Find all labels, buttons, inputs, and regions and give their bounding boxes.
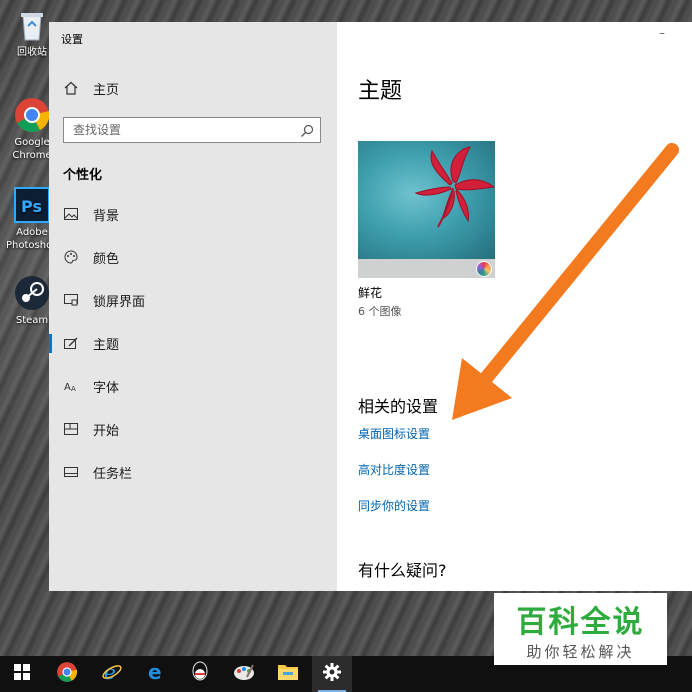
nav-label: 颜色 [93, 251, 120, 267]
nav-fonts[interactable]: AA 字体 [49, 371, 337, 401]
nav-home[interactable]: 主页 [49, 73, 337, 103]
taskbar-file-explorer[interactable] [268, 656, 308, 692]
font-icon: AA [63, 378, 79, 394]
settings-sidebar: 设置 主页 个性化 背景 颜色 [49, 22, 337, 591]
taskbar-edge[interactable]: e [136, 656, 176, 692]
qq-icon [190, 661, 210, 687]
steam-icon [13, 274, 51, 312]
taskbar-settings[interactable] [312, 656, 352, 692]
lock-screen-icon [63, 292, 79, 308]
nav-taskbar[interactable]: 任务栏 [49, 457, 337, 487]
taskbar-qq[interactable] [180, 656, 220, 692]
recycle-bin-icon [13, 6, 51, 44]
edge-icon: e [145, 660, 167, 687]
file-explorer-icon [277, 662, 299, 686]
theme-card[interactable] [358, 141, 495, 278]
taskbar-ie[interactable]: e [92, 656, 132, 692]
color-wheel-icon [476, 261, 492, 277]
taskbar-paint[interactable] [224, 656, 264, 692]
related-settings-title: 相关的设置 [358, 397, 439, 416]
nav-label: 主题 [93, 337, 120, 353]
nav-background[interactable]: 背景 [49, 199, 337, 229]
theme-color-strip [358, 259, 495, 278]
taskbar-chrome[interactable] [47, 656, 87, 692]
theme-icon [63, 335, 79, 351]
search-icon[interactable] [300, 123, 314, 142]
settings-gear-icon [323, 663, 341, 685]
nav-label: 锁屏界面 [93, 294, 146, 310]
window-title: 设置 [61, 33, 83, 46]
nav-colors[interactable]: 颜色 [49, 242, 337, 272]
settings-window: 设置 主页 个性化 背景 颜色 [49, 22, 692, 591]
chrome-icon [56, 661, 78, 687]
nav-label: 开始 [93, 423, 120, 439]
theme-preview-image [358, 141, 495, 259]
nav-home-label: 主页 [93, 82, 120, 98]
help-section-title: 有什么疑问? [358, 561, 447, 580]
svg-text:Ps: Ps [21, 197, 42, 216]
active-indicator [49, 334, 52, 353]
svg-text:A: A [71, 385, 76, 392]
watermark-subtitle: 助你轻松解决 [526, 643, 635, 661]
section-title: 个性化 [63, 168, 103, 183]
windows-start-icon [14, 664, 30, 684]
high-contrast-settings-link[interactable]: 高对比度设置 [358, 461, 430, 478]
palette-icon [63, 249, 79, 265]
nav-label: 字体 [93, 380, 120, 396]
search-box[interactable] [63, 117, 321, 143]
desktop-icon-settings-link[interactable]: 桌面图标设置 [358, 425, 430, 442]
paint-icon [233, 661, 255, 687]
nav-label: 背景 [93, 208, 120, 224]
nav-label: 任务栏 [93, 466, 133, 482]
windows-start-button[interactable] [2, 656, 42, 692]
watermark-title: 百科全说 [516, 605, 645, 640]
nav-themes[interactable]: 主题 [49, 328, 337, 358]
start-icon [63, 421, 79, 437]
page-title: 主题 [358, 79, 403, 104]
sync-settings-link[interactable]: 同步你的设置 [358, 497, 430, 514]
taskbar-icon [63, 464, 79, 480]
nav-start[interactable]: 开始 [49, 414, 337, 444]
ie-icon: e [101, 660, 123, 687]
watermark-logo: 百科全说 助你轻松解决 [494, 593, 667, 665]
theme-name: 鲜花 [358, 286, 383, 300]
svg-text:e: e [148, 661, 162, 683]
home-icon [63, 80, 79, 96]
search-input[interactable] [64, 118, 293, 142]
theme-image-count: 6 个图像 [358, 305, 402, 318]
picture-icon [63, 206, 79, 222]
photoshop-icon: Ps [13, 186, 51, 224]
svg-text:A: A [64, 382, 71, 392]
chrome-icon [13, 96, 51, 134]
nav-lock-screen[interactable]: 锁屏界面 [49, 285, 337, 315]
settings-content: 主题 鲜花 6 个图像 相关的设置 桌面图标设置 高对比度设置 同步你的设置 有… [337, 22, 692, 591]
